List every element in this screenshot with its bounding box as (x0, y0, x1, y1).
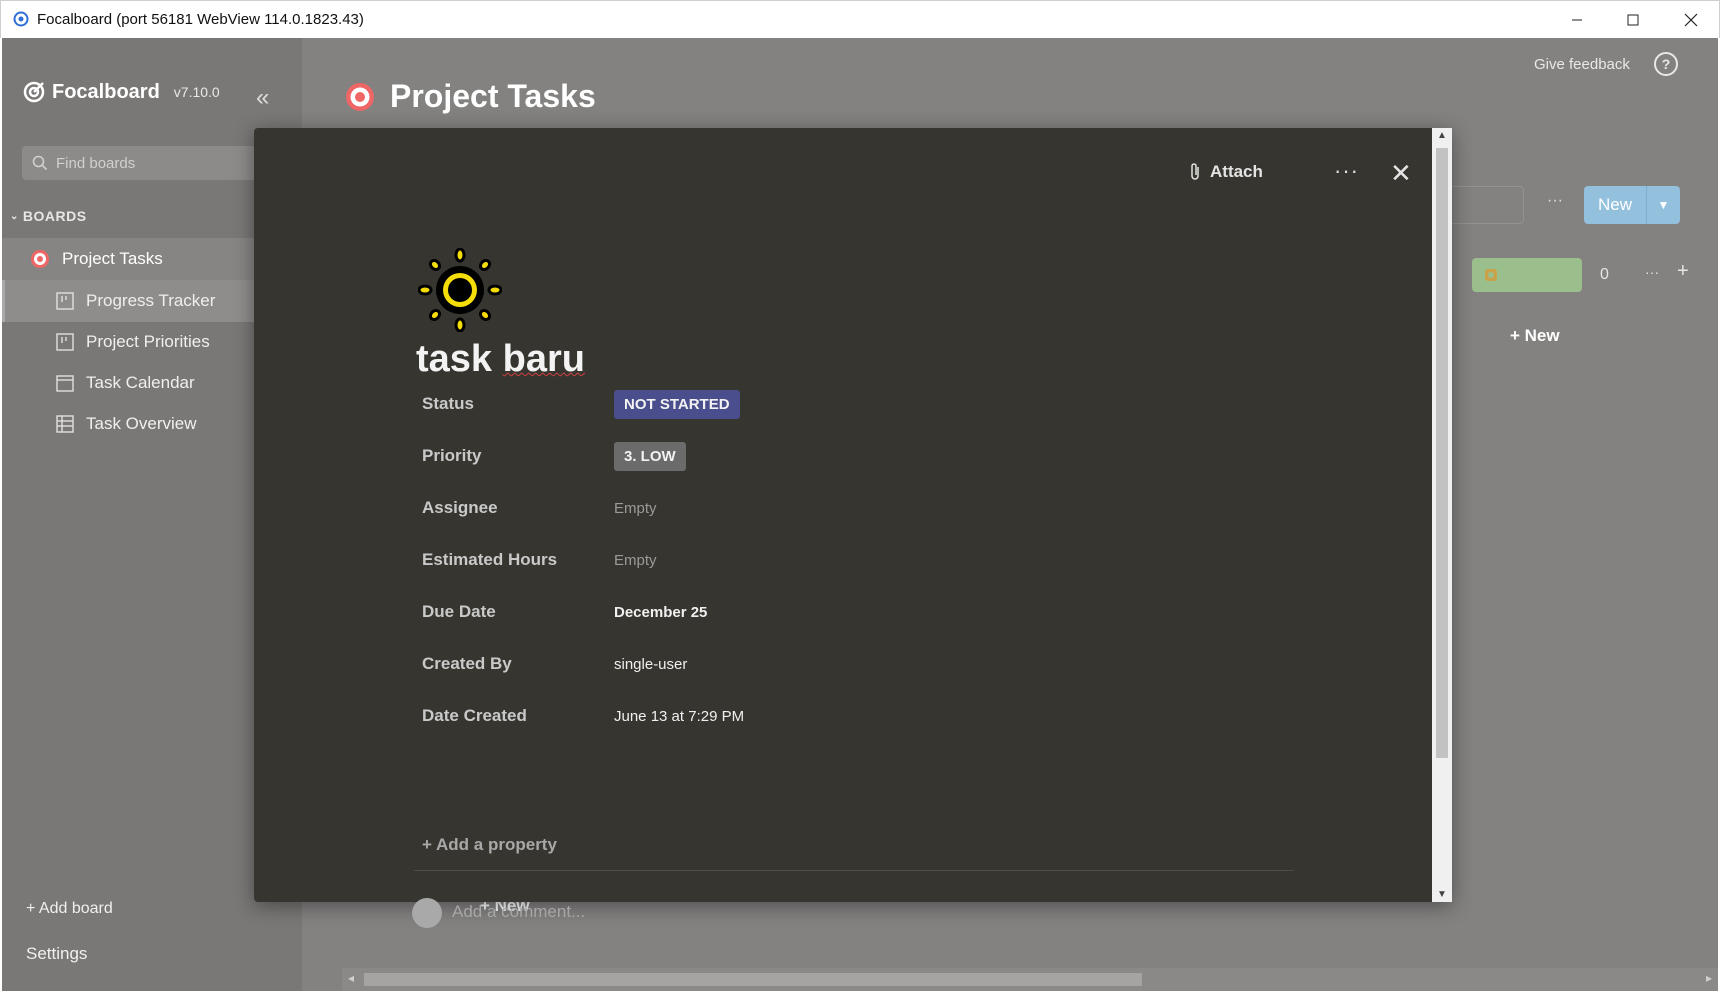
group-header-chip[interactable] (1472, 258, 1582, 292)
sun-emoji-icon[interactable] (418, 248, 502, 332)
sidebar-view-label: Task Overview (86, 414, 197, 433)
property-value[interactable]: December 25 (614, 604, 707, 621)
boards-header-label: BOARDS (22, 208, 87, 224)
scrollbar-thumb[interactable] (364, 973, 1142, 986)
help-icon[interactable]: ? (1654, 52, 1678, 76)
sidebar-view-label: Task Calendar (86, 373, 195, 392)
sidebar-view-label: Progress Tracker (86, 291, 216, 310)
target-emoji-icon (346, 82, 374, 111)
search-placeholder: Find boards (56, 154, 136, 172)
maximize-button[interactable] (1605, 1, 1661, 39)
brand-name: Focalboard (52, 80, 160, 103)
app-area: Focalboard v7.10.0 « Find boards ⌄ BOARD… (2, 38, 1718, 991)
property-name[interactable]: Estimated Hours (422, 550, 614, 570)
group-options-icon[interactable]: ··· (1645, 264, 1659, 280)
boards-section-header[interactable]: ⌄ BOARDS (10, 208, 87, 224)
property-estimated-hours: Estimated Hours Empty (422, 542, 1222, 578)
brand: Focalboard v7.10.0 (22, 80, 220, 104)
target-emoji-icon (31, 250, 49, 268)
scroll-up-icon[interactable]: ▲ (1437, 130, 1447, 141)
group-new-card-button[interactable]: + New (1510, 326, 1560, 346)
scroll-right-icon[interactable]: ▸ (1706, 971, 1712, 985)
group-add-icon[interactable]: + (1677, 260, 1689, 283)
window-titlebar: Focalboard (port 56181 WebView 114.0.182… (0, 0, 1720, 38)
focalboard-logo-icon (23, 81, 45, 103)
card-title-part: task (416, 338, 503, 380)
card-options-icon[interactable]: ··· (1334, 158, 1359, 184)
divider (414, 870, 1294, 871)
new-card-button[interactable]: New ▼ (1584, 186, 1680, 224)
board-view-icon (56, 292, 74, 310)
table-view-icon (56, 415, 74, 433)
minimize-icon (1572, 19, 1582, 21)
settings-button[interactable]: Settings (26, 944, 87, 964)
property-due-date: Due Date December 25 (422, 594, 1222, 630)
give-feedback-link[interactable]: Give feedback (1534, 56, 1630, 73)
property-name[interactable]: Date Created (422, 706, 614, 726)
scroll-down-icon[interactable]: ▼ (1437, 889, 1447, 900)
property-date-created: Date Created June 13 at 7:29 PM (422, 698, 1222, 734)
chevron-down-icon: ⌄ (10, 210, 19, 222)
brand-version: v7.10.0 (173, 84, 220, 100)
property-name[interactable]: Due Date (422, 602, 614, 622)
paperclip-icon (1191, 163, 1199, 180)
comment-input[interactable]: Add a comment... (452, 902, 585, 922)
scrollbar-thumb[interactable] (1436, 148, 1448, 758)
view-options-icon[interactable]: ··· (1547, 192, 1563, 210)
property-value[interactable]: Empty (614, 500, 657, 517)
window-title: Focalboard (port 56181 WebView 114.0.182… (37, 11, 364, 28)
collapse-sidebar-icon[interactable]: « (256, 84, 269, 112)
focalboard-app-icon (13, 11, 29, 27)
property-name[interactable]: Status (422, 394, 614, 414)
ok-hand-emoji-icon (1485, 269, 1497, 281)
scroll-left-icon[interactable]: ◂ (348, 971, 354, 985)
new-button-label: New (1597, 195, 1632, 214)
board-search-input[interactable] (1442, 186, 1524, 224)
attach-label: Attach (1210, 162, 1263, 181)
chevron-down-icon[interactable]: ▼ (1646, 186, 1680, 224)
group-count: 0 (1600, 266, 1609, 283)
horizontal-scrollbar[interactable]: ◂ ▸ (342, 968, 1718, 991)
property-priority: Priority 3. LOW (422, 438, 1222, 474)
priority-tag[interactable]: 3. LOW (614, 441, 686, 471)
board-view-icon (56, 333, 74, 351)
attach-button[interactable]: Attach (1188, 162, 1263, 182)
close-dialog-icon[interactable]: ✕ (1390, 158, 1412, 189)
minimize-button[interactable] (1549, 1, 1605, 39)
board-title[interactable]: Project Tasks (390, 78, 596, 115)
add-property-button[interactable]: + Add a property (422, 835, 557, 855)
add-board-button[interactable]: + Add board (26, 900, 113, 918)
property-name[interactable]: Created By (422, 654, 614, 674)
property-value: single-user (614, 655, 688, 673)
dialog-vertical-scrollbar[interactable]: ▲ ▼ (1432, 128, 1452, 902)
avatar (412, 898, 442, 928)
property-created-by: Created By single-user (422, 646, 1222, 682)
close-icon (1684, 13, 1698, 27)
card-detail-dialog: Attach ··· ✕ task baru Status NOT STARTE… (254, 128, 1452, 928)
window-close-button[interactable] (1663, 1, 1719, 39)
sidebar-view-label: Project Priorities (86, 332, 210, 351)
property-value[interactable]: Empty (614, 552, 657, 569)
property-name[interactable]: Assignee (422, 498, 614, 518)
calendar-view-icon (56, 375, 74, 392)
property-name[interactable]: Priority (422, 446, 614, 466)
maximize-icon (1627, 14, 1639, 26)
card-title[interactable]: task baru (416, 338, 585, 381)
property-status: Status NOT STARTED (422, 386, 1222, 422)
card-title-misspelled-word: baru (502, 338, 585, 380)
search-icon (32, 155, 48, 171)
status-tag[interactable]: NOT STARTED (614, 389, 740, 419)
property-assignee: Assignee Empty (422, 490, 1222, 526)
property-value: June 13 at 7:29 PM (614, 707, 745, 725)
sidebar-board-label: Project Tasks (62, 249, 163, 268)
page-title: Project Tasks (344, 78, 596, 115)
